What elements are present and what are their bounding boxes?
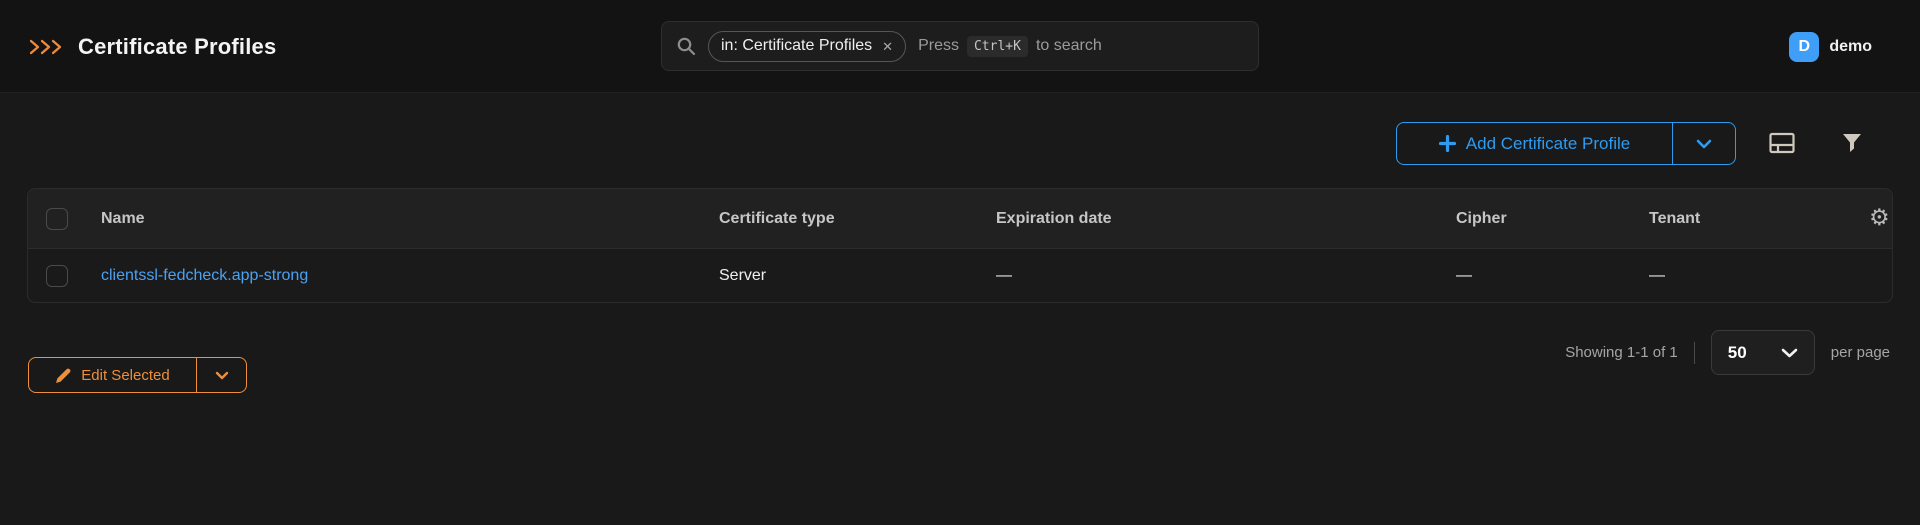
add-button-label: Add Certificate Profile [1466, 134, 1630, 154]
chip-close-icon[interactable]: ✕ [882, 40, 893, 53]
column-header-tenant[interactable]: Tenant [1649, 210, 1869, 228]
gear-icon[interactable]: ⚙ [1869, 207, 1890, 230]
avatar[interactable]: D [1789, 32, 1819, 62]
column-header-name[interactable]: Name [101, 210, 719, 228]
table-view-icon[interactable] [1768, 129, 1796, 157]
page-size-value: 50 [1728, 343, 1747, 363]
chevron-down-icon [1781, 348, 1798, 358]
logo-icon [28, 37, 64, 57]
add-certificate-profile-split-button: Add Certificate Profile [1396, 122, 1736, 165]
chevron-down-icon [215, 371, 229, 380]
profile-name-link[interactable]: clientssl-fedcheck.app-strong [101, 267, 308, 284]
search-icon [676, 36, 696, 56]
search-scope-label: in: Certificate Profiles [721, 37, 872, 55]
edit-button-dropdown-toggle[interactable] [196, 358, 246, 392]
select-all-cell [28, 208, 101, 230]
column-header-certificate-type[interactable]: Certificate type [719, 210, 996, 228]
cell-expiration-date: — [996, 267, 1456, 285]
pagination-divider [1694, 342, 1695, 364]
select-all-checkbox[interactable] [46, 208, 68, 230]
showing-count: Showing 1-1 of 1 [1565, 344, 1678, 361]
table-header-row: Name Certificate type Expiration date Ci… [28, 189, 1892, 248]
user-menu[interactable]: D demo [1789, 0, 1872, 93]
ctrl-k-kbd: Ctrl+K [967, 36, 1028, 57]
edit-selected-split-button: Edit Selected [28, 357, 247, 393]
page-title: Certificate Profiles [78, 34, 276, 60]
per-page-label: per page [1831, 344, 1890, 361]
table-row: clientssl-fedcheck.app-strong Server — —… [28, 248, 1892, 302]
search-input[interactable]: in: Certificate Profiles ✕ Press Ctrl+K … [661, 21, 1259, 71]
add-certificate-profile-button[interactable]: Add Certificate Profile [1397, 123, 1672, 164]
edit-selected-button[interactable]: Edit Selected [29, 358, 196, 392]
certificate-profiles-table: Name Certificate type Expiration date Ci… [27, 188, 1893, 303]
add-button-dropdown-toggle[interactable] [1672, 123, 1735, 164]
chevron-down-icon [1696, 139, 1712, 149]
edit-button-label: Edit Selected [81, 367, 169, 384]
pencil-icon [55, 367, 72, 384]
plus-icon [1439, 135, 1456, 152]
search-hint-prefix: Press [918, 37, 959, 55]
cell-certificate-type: Server [719, 267, 996, 285]
column-header-expiration-date[interactable]: Expiration date [996, 210, 1456, 228]
column-header-cipher[interactable]: Cipher [1456, 210, 1649, 228]
pagination: Showing 1-1 of 1 50 per page [1565, 330, 1890, 375]
row-checkbox[interactable] [46, 265, 68, 287]
page-size-select[interactable]: 50 [1711, 330, 1815, 375]
search-hint: Press Ctrl+K to search [918, 36, 1102, 57]
column-settings-cell: ⚙ [1869, 207, 1892, 230]
cell-cipher: — [1456, 267, 1649, 285]
user-name: demo [1829, 38, 1872, 56]
cell-tenant: — [1649, 267, 1869, 285]
top-bar: Certificate Profiles in: Certificate Pro… [0, 0, 1920, 93]
filter-icon[interactable] [1838, 129, 1866, 157]
search-scope-chip[interactable]: in: Certificate Profiles ✕ [708, 31, 906, 62]
row-select-cell [28, 265, 101, 287]
brand: Certificate Profiles [28, 0, 276, 93]
search-hint-suffix: to search [1036, 37, 1102, 55]
